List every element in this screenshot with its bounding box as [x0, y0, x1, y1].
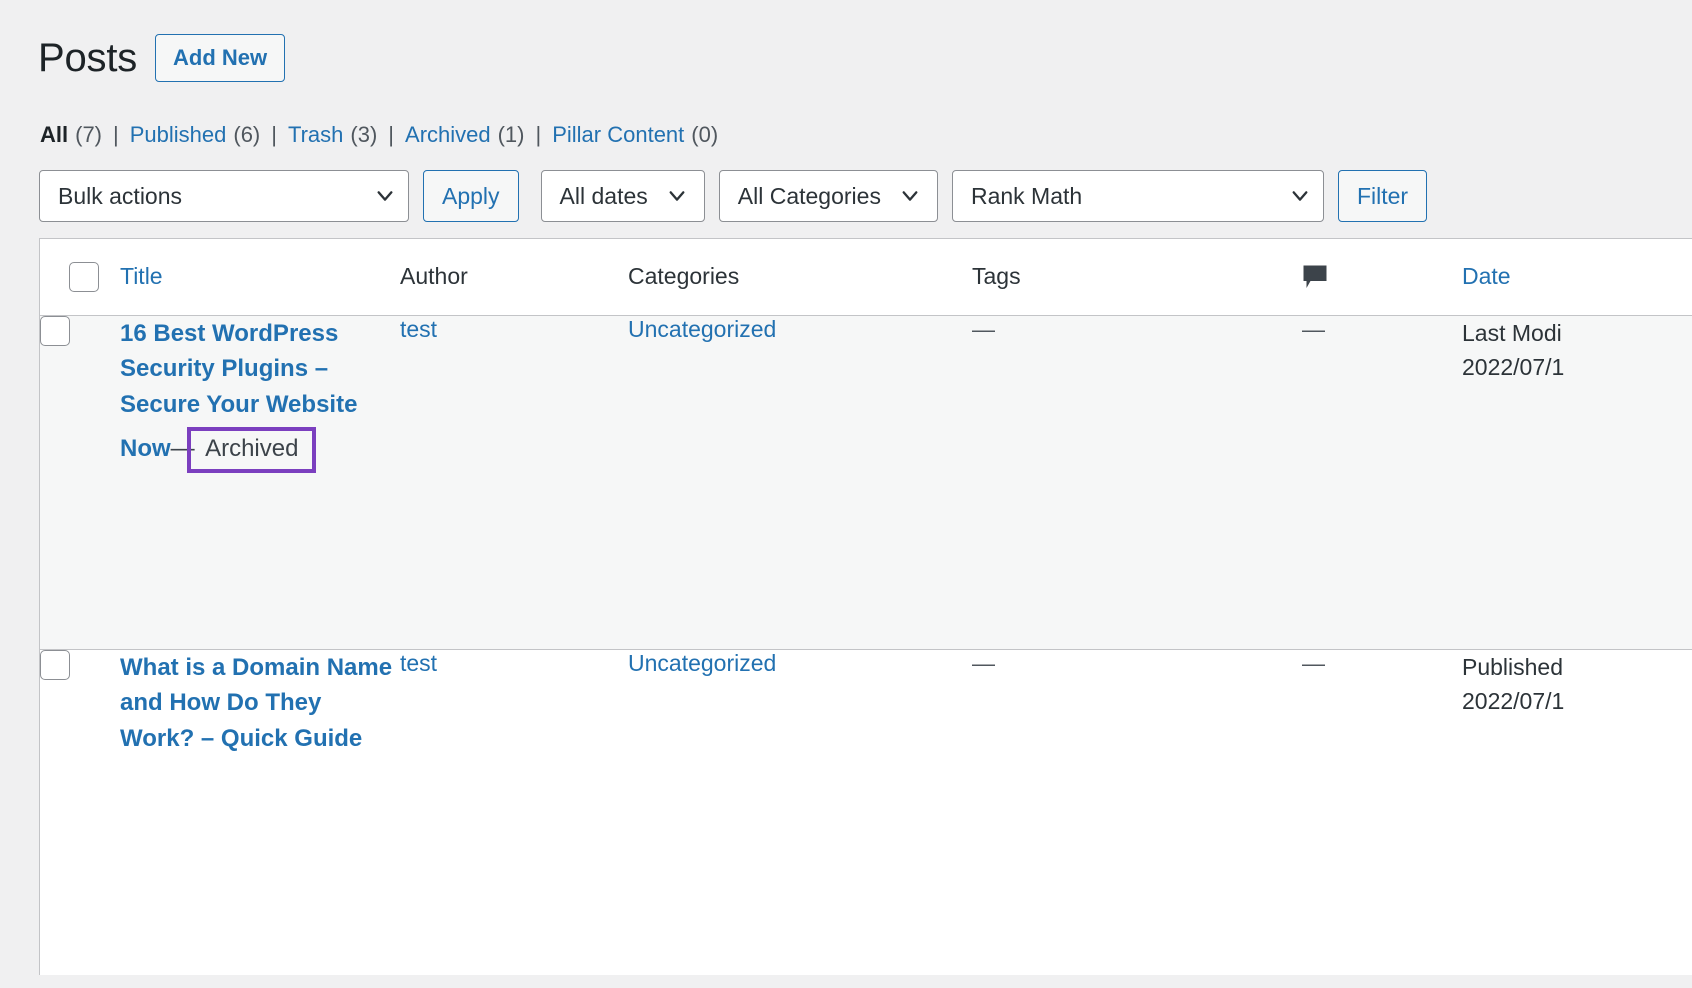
post-title-link[interactable]: What is a Domain Name and How Do They Wo… — [120, 654, 392, 753]
row-select-cell — [40, 649, 120, 975]
apply-button[interactable]: Apply — [423, 170, 519, 222]
column-header-tags-label: Tags — [972, 263, 1021, 290]
post-date-value: 2022/07/1 — [1462, 354, 1565, 380]
chevron-down-icon — [376, 187, 394, 205]
row-author-cell: test — [400, 315, 628, 650]
status-link-published-count: (6) — [233, 122, 261, 147]
status-link-all-label[interactable]: All — [40, 122, 68, 148]
posts-table-body: 16 Best WordPress Security Plugins – Sec… — [40, 315, 1692, 975]
row-title-cell: 16 Best WordPress Security Plugins – Sec… — [120, 315, 400, 650]
status-link-archived-count: (1) — [497, 122, 525, 147]
row-comments-cell: — — [1302, 649, 1462, 975]
posts-table-head: Title Author Categories Tags Date — [40, 239, 1692, 316]
status-link-pillar-content[interactable]: Pillar Content (0) — [552, 122, 718, 148]
column-header-tags: Tags — [972, 239, 1302, 316]
status-link-all[interactable]: All (7) — [40, 122, 102, 148]
row-categories-cell: Uncategorized — [628, 315, 972, 650]
post-date-value: 2022/07/1 — [1462, 688, 1565, 714]
row-date-cell: Last Modi 2022/07/1 — [1462, 315, 1692, 650]
status-link-published[interactable]: Published (6) — [130, 122, 261, 148]
column-header-author-label: Author — [400, 263, 468, 290]
post-comments-value: — — [1302, 315, 1325, 342]
all-dates-value: All dates — [559, 182, 648, 209]
chevron-down-icon — [901, 187, 919, 205]
status-separator: | — [113, 122, 119, 147]
table-toolbar: Bulk actions Apply All dates All Categor… — [39, 170, 1428, 222]
rank-math-value: Rank Math — [970, 182, 1083, 209]
row-checkbox[interactable] — [40, 649, 70, 680]
post-tags-value: — — [972, 315, 995, 342]
rank-math-select[interactable]: Rank Math — [951, 170, 1324, 222]
column-header-date-link[interactable]: Date — [1462, 263, 1511, 290]
bulk-actions-select[interactable]: Bulk actions — [39, 170, 409, 222]
status-link-pillar-content-label[interactable]: Pillar Content — [552, 122, 684, 148]
post-category-link[interactable]: Uncategorized — [628, 650, 776, 676]
all-categories-value: All Categories — [737, 182, 881, 209]
column-header-date: Date — [1462, 239, 1692, 316]
column-header-author: Author — [400, 239, 628, 316]
add-new-button[interactable]: Add New — [155, 34, 286, 82]
status-link-archived[interactable]: Archived (1) — [405, 122, 524, 148]
column-header-title-link[interactable]: Title — [120, 263, 163, 290]
row-title-cell: What is a Domain Name and How Do They Wo… — [120, 649, 400, 975]
all-dates-select[interactable]: All dates — [540, 170, 705, 222]
bulk-actions-value: Bulk actions — [58, 182, 183, 209]
column-header-categories: Categories — [628, 239, 972, 316]
row-date-cell: Published 2022/07/1 — [1462, 649, 1692, 975]
posts-table-container: Title Author Categories Tags Date 16 Bes… — [39, 238, 1692, 975]
wp-posts-admin-page: Posts Add New All (7) | Published (6) | … — [0, 0, 1692, 988]
page-header: Posts Add New — [38, 34, 286, 82]
post-status-links: All (7) | Published (6) | Trash (3) | Ar… — [40, 122, 718, 148]
post-author-link[interactable]: test — [400, 316, 437, 342]
post-comments-value: — — [1302, 649, 1325, 676]
archived-status-highlight: Archived — [187, 426, 317, 474]
chevron-down-icon — [668, 187, 686, 205]
row-tags-cell: — — [972, 315, 1302, 650]
comment-bubble-icon — [1302, 264, 1328, 290]
post-status-label: Archived — [205, 434, 299, 462]
post-author-link[interactable]: test — [400, 650, 437, 676]
status-link-published-label[interactable]: Published — [130, 122, 227, 148]
column-header-title: Title — [120, 239, 400, 316]
post-category-link[interactable]: Uncategorized — [628, 316, 776, 342]
select-all-checkbox[interactable] — [69, 261, 99, 292]
post-date-label: Published — [1462, 653, 1564, 680]
status-separator: | — [271, 122, 277, 147]
column-header-comments — [1302, 239, 1462, 316]
chevron-down-icon — [1291, 187, 1309, 205]
row-tags-cell: — — [972, 649, 1302, 975]
all-categories-select[interactable]: All Categories — [718, 170, 938, 222]
page-title: Posts — [38, 36, 138, 80]
row-categories-cell: Uncategorized — [628, 649, 972, 975]
row-author-cell: test — [400, 649, 628, 975]
post-date-label: Last Modi — [1462, 319, 1562, 346]
table-header-row: Title Author Categories Tags Date — [40, 239, 1692, 316]
table-row: What is a Domain Name and How Do They Wo… — [40, 649, 1692, 975]
row-select-cell — [40, 315, 120, 650]
status-link-archived-label[interactable]: Archived — [405, 122, 491, 148]
status-separator: | — [535, 122, 542, 147]
select-all-header — [40, 239, 120, 316]
row-checkbox[interactable] — [40, 315, 70, 346]
posts-table: Title Author Categories Tags Date 16 Bes… — [40, 239, 1692, 975]
table-row: 16 Best WordPress Security Plugins – Sec… — [40, 315, 1692, 650]
status-link-pillar-content-count: (0) — [691, 122, 719, 147]
status-separator: | — [388, 122, 395, 147]
status-link-trash-label[interactable]: Trash — [288, 122, 343, 148]
status-link-trash-count: (3) — [350, 122, 378, 147]
column-header-categories-label: Categories — [628, 263, 740, 290]
row-comments-cell: — — [1302, 315, 1462, 650]
post-tags-value: — — [972, 649, 995, 676]
status-link-trash[interactable]: Trash (3) — [288, 122, 377, 148]
filter-button[interactable]: Filter — [1337, 170, 1428, 222]
status-link-all-count: (7) — [75, 122, 103, 147]
